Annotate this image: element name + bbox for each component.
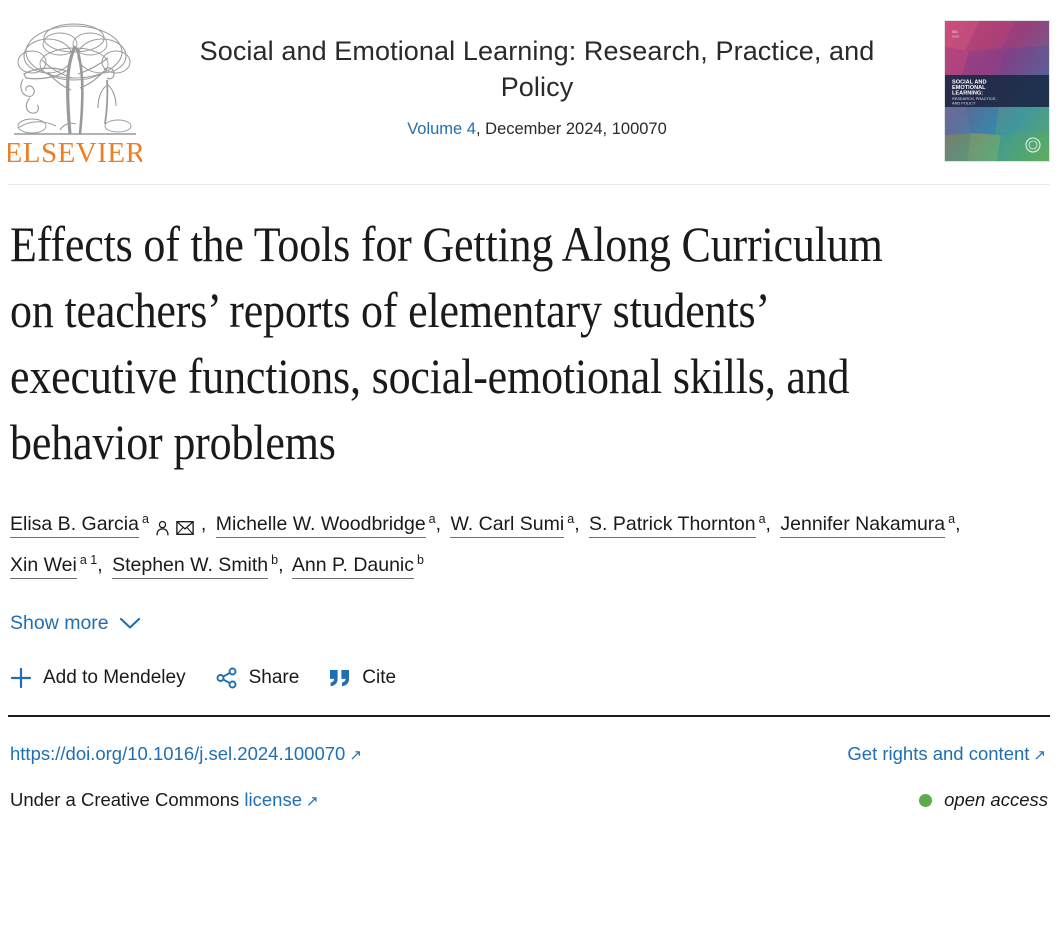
get-rights-and-content-link[interactable]: Get rights and content ↗ bbox=[847, 743, 1046, 765]
author-affiliation-marker: b bbox=[271, 552, 279, 567]
svg-text:SEL: SEL bbox=[952, 30, 959, 34]
share-label: Share bbox=[248, 667, 300, 689]
author-name[interactable]: Ann P. Daunic bbox=[291, 554, 415, 580]
license-link-text: license bbox=[244, 789, 303, 811]
author-name[interactable]: Elisa B. Garcia bbox=[10, 513, 139, 538]
author-entry: Elisa B. Garcia a, bbox=[10, 511, 210, 538]
license-prefix-text: Under a Creative Commons bbox=[10, 789, 240, 811]
add-to-mendeley-label: Add to Mendeley bbox=[43, 667, 186, 689]
cite-label: Cite bbox=[362, 667, 397, 689]
journal-cover-thumbnail[interactable]: SOCIAL AND EMOTIONAL LEARNING: RESEARCH,… bbox=[944, 20, 1050, 162]
external-link-icon: ↗ bbox=[1033, 747, 1046, 765]
author-affiliation-marker: a bbox=[948, 511, 956, 526]
author-separator: , bbox=[200, 513, 207, 535]
author-affiliation-marker: a bbox=[428, 511, 436, 526]
elsevier-logo[interactable]: ELSEVIER bbox=[8, 12, 144, 166]
author-affiliation-marker: b bbox=[417, 552, 424, 567]
volume-link[interactable]: Volume 4 bbox=[407, 120, 476, 138]
author-separator: , bbox=[97, 554, 103, 577]
author-name[interactable]: Stephen W. Smith bbox=[112, 554, 269, 580]
author-separator: , bbox=[574, 513, 580, 535]
author-affiliation-marker: a bbox=[141, 511, 149, 526]
envelope-icon[interactable] bbox=[176, 520, 194, 536]
issue-date-text: , December 2024, 100070 bbox=[475, 119, 667, 138]
author-contact-icons bbox=[149, 508, 201, 546]
doi-text: https://doi.org/10.1016/j.sel.2024.10007… bbox=[10, 743, 346, 765]
author-list: Elisa B. Garcia a, Michelle W. Woodbridge… bbox=[10, 505, 1048, 584]
rights-text: Get rights and content bbox=[847, 743, 1030, 765]
license-and-access-row: Under a Creative Commons license ↗ open a… bbox=[10, 789, 1048, 811]
author-separator: , bbox=[955, 513, 961, 535]
journal-info: Social and Emotional Learning: Research,… bbox=[144, 12, 930, 139]
doi-and-rights-row: https://doi.org/10.1016/j.sel.2024.10007… bbox=[10, 743, 1048, 765]
article-header: Effects of the Tools for Getting Along C… bbox=[0, 211, 1058, 689]
show-more-authors-button[interactable]: Show more bbox=[10, 612, 141, 635]
plus-icon bbox=[10, 667, 32, 689]
open-access-dot-icon bbox=[919, 793, 933, 807]
cite-button[interactable]: Cite bbox=[329, 667, 396, 689]
svg-text:ISSN: ISSN bbox=[952, 35, 959, 39]
author-name[interactable]: W. Carl Sumi bbox=[450, 513, 565, 538]
article-title: Effects of the Tools for Getting Along C… bbox=[10, 216, 883, 470]
article-action-bar: Add to Mendeley Share Cite bbox=[10, 667, 1048, 689]
author-affiliation-marker: a 1 bbox=[79, 552, 98, 567]
open-access-badge: open access bbox=[919, 789, 1048, 811]
journal-cover-artwork-icon: SOCIAL AND EMOTIONAL LEARNING: RESEARCH,… bbox=[945, 21, 1049, 161]
author-separator: , bbox=[435, 513, 442, 535]
author-entry: Ann P. Daunic b bbox=[291, 552, 424, 580]
add-to-mendeley-button[interactable]: Add to Mendeley bbox=[10, 667, 186, 689]
author-name[interactable]: Michelle W. Woodbridge bbox=[215, 513, 426, 538]
journal-cover-container: SOCIAL AND EMOTIONAL LEARNING: RESEARCH,… bbox=[930, 12, 1050, 162]
journal-issue-line: Volume 4, December 2024, 100070 bbox=[144, 120, 930, 139]
author-entry: S. Patrick Thornton a, bbox=[589, 511, 775, 538]
author-entry: W. Carl Sumi a, bbox=[450, 511, 583, 538]
author-name[interactable]: S. Patrick Thornton bbox=[589, 513, 756, 538]
open-access-label: open access bbox=[944, 789, 1048, 811]
external-link-icon: ↗ bbox=[306, 793, 319, 811]
author-name[interactable]: Jennifer Nakamura bbox=[780, 513, 946, 538]
author-entry: Xin Wei a 1, bbox=[10, 552, 107, 580]
external-link-icon: ↗ bbox=[349, 747, 362, 765]
author-affiliation-marker: a bbox=[758, 511, 766, 526]
article-meta-divider bbox=[8, 715, 1050, 718]
svg-text:AND POLICY: AND POLICY bbox=[952, 101, 976, 106]
elsevier-tree-logo-icon: ELSEVIER bbox=[8, 23, 142, 166]
svg-text:ELSEVIER: ELSEVIER bbox=[8, 137, 142, 166]
license-statement: Under a Creative Commons license ↗ bbox=[10, 789, 319, 811]
author-name[interactable]: Xin Wei bbox=[10, 554, 77, 580]
license-link[interactable]: license ↗ bbox=[244, 789, 318, 810]
author-affiliation-marker: a bbox=[567, 511, 575, 526]
author-entry: Jennifer Nakamura a, bbox=[780, 511, 964, 538]
journal-title: Social and Emotional Learning: Research,… bbox=[199, 36, 875, 102]
author-entry: Stephen W. Smith b, bbox=[112, 552, 287, 580]
author-entry: Michelle W. Woodbridge a, bbox=[215, 511, 445, 538]
show-more-label: Show more bbox=[10, 612, 109, 635]
share-button[interactable]: Share bbox=[216, 667, 300, 689]
chevron-down-icon bbox=[119, 617, 140, 629]
person-icon[interactable] bbox=[154, 519, 171, 537]
quote-icon bbox=[330, 670, 350, 687]
masthead-divider bbox=[8, 184, 1050, 185]
journal-masthead: ELSEVIER Social and Emotional Learning: … bbox=[0, 0, 1058, 166]
author-separator: , bbox=[278, 554, 284, 577]
article-meta: https://doi.org/10.1016/j.sel.2024.10007… bbox=[0, 743, 1058, 811]
doi-link[interactable]: https://doi.org/10.1016/j.sel.2024.10007… bbox=[10, 743, 362, 765]
share-nodes-icon bbox=[216, 667, 237, 689]
author-separator: , bbox=[765, 513, 771, 535]
